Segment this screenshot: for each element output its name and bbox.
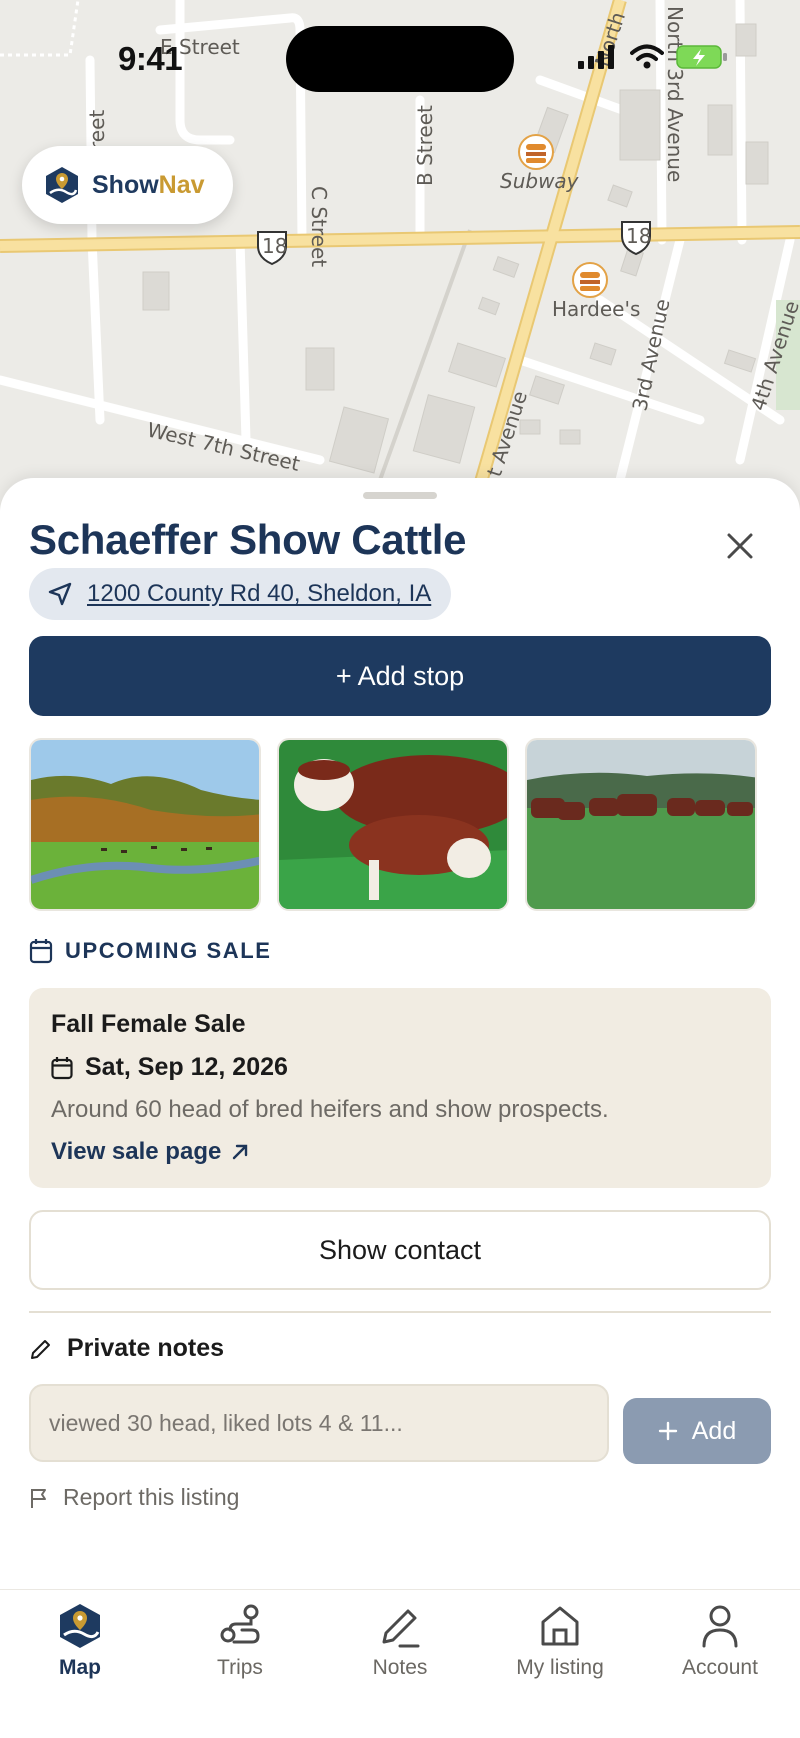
person-icon [702, 1605, 738, 1648]
tab-map-label: Map [59, 1656, 101, 1679]
navigation-arrow-icon [48, 582, 72, 606]
report-listing-label: Report this listing [63, 1484, 240, 1510]
map-view[interactable]: 18 18 E Street reet C Street B Street No… [0, 0, 800, 520]
address-chip[interactable]: 1200 County Rd 40, Sheldon, IA [29, 568, 452, 620]
sale-date: Sat, Sep 12, 2026 [85, 1053, 288, 1081]
tab-notes[interactable]: Notes [320, 1590, 480, 1738]
status-time: 9:41 [118, 40, 183, 77]
private-notes-label: Private notes [67, 1334, 225, 1362]
shownav-logo-icon [46, 167, 78, 203]
listing-sheet: Schaeffer Show Cattle 1200 County Rd 40,… [0, 478, 800, 1738]
tab-my-listing-label: My listing [516, 1656, 604, 1679]
route-18-label-b: 18 [626, 224, 651, 248]
view-sale-page-link[interactable]: View sale page [51, 1138, 749, 1166]
external-arrow-icon [233, 1144, 248, 1160]
sheet-grabber[interactable] [363, 492, 437, 499]
tab-notes-label: Notes [372, 1656, 428, 1679]
north-3rd-avenue-label: North 3rd Avenue [663, 6, 687, 182]
address-link[interactable]: 1200 County Rd 40, Sheldon, IA [87, 580, 431, 608]
calendar-icon [51, 1056, 73, 1079]
c-street-label: C Street [307, 186, 331, 267]
pencil-icon [382, 1609, 420, 1648]
subway-marker[interactable] [518, 134, 554, 170]
map-icon [60, 1604, 100, 1648]
brand-wordmark: ShowNav [92, 171, 205, 200]
route-18-label-a: 18 [262, 234, 287, 258]
tab-bar: Map Trips Notes My listing Account [0, 1589, 800, 1738]
pasture-photo [31, 740, 259, 909]
brand-word-show: Show [92, 170, 159, 199]
flag-icon [31, 1488, 46, 1508]
street-left-label: reet [85, 110, 109, 150]
gallery-photo-herd[interactable] [525, 738, 757, 911]
photo-gallery [29, 738, 757, 911]
private-notes-input[interactable]: viewed 30 head, liked lots 4 & 11... [29, 1384, 609, 1462]
view-sale-page-label: View sale page [51, 1138, 222, 1165]
sale-card: Fall Female Sale Sat, Sep 12, 2026 Aroun… [29, 988, 771, 1188]
plus-icon [658, 1421, 677, 1441]
tab-account[interactable]: Account [640, 1590, 800, 1738]
close-icon [727, 533, 753, 559]
hardees-marker[interactable] [572, 262, 608, 298]
route-icon [220, 1604, 260, 1644]
pencil-icon [31, 1339, 50, 1359]
add-note-button[interactable]: Add [623, 1398, 771, 1464]
gallery-photo-pasture[interactable] [29, 738, 261, 911]
gallery-photo-hereford[interactable] [277, 738, 509, 911]
listing-title: Schaeffer Show Cattle [29, 516, 467, 563]
tab-my-listing[interactable]: My listing [480, 1590, 640, 1738]
tab-trips[interactable]: Trips [160, 1590, 320, 1738]
show-contact-button[interactable]: Show contact [29, 1210, 771, 1290]
tab-map[interactable]: Map [0, 1590, 160, 1738]
private-notes-header: Private notes [29, 1334, 224, 1363]
tab-trips-label: Trips [217, 1656, 263, 1679]
subway-label: Subway [500, 169, 580, 193]
wifi-icon [630, 44, 664, 69]
upcoming-sale-label: UPCOMING SALE [65, 938, 272, 963]
status-icons [578, 44, 728, 70]
battery-icon [676, 45, 727, 69]
herd-photo [527, 740, 755, 909]
sale-title: Fall Female Sale [51, 1010, 246, 1038]
hardees-label: Hardee's [552, 297, 640, 321]
hereford-photo [279, 740, 507, 909]
brand-pill[interactable]: ShowNav [22, 146, 233, 224]
tab-account-label: Account [682, 1656, 758, 1679]
signal-icon [578, 45, 614, 69]
sale-date-row: Sat, Sep 12, 2026 [51, 1053, 749, 1082]
brand-word-nav: Nav [158, 170, 205, 199]
upcoming-sale-header: UPCOMING SALE [29, 938, 272, 964]
dynamic-island [286, 26, 514, 92]
b-street-label: B Street [413, 105, 437, 186]
report-listing-link[interactable]: Report this listing [29, 1484, 239, 1511]
home-icon [541, 1606, 579, 1646]
calendar-icon [29, 939, 53, 964]
divider [29, 1311, 771, 1313]
add-stop-button[interactable]: + Add stop [29, 636, 771, 716]
sale-description: Around 60 head of bred heifers and show … [51, 1096, 609, 1123]
close-button[interactable] [722, 528, 758, 564]
add-note-label: Add [691, 1416, 737, 1445]
